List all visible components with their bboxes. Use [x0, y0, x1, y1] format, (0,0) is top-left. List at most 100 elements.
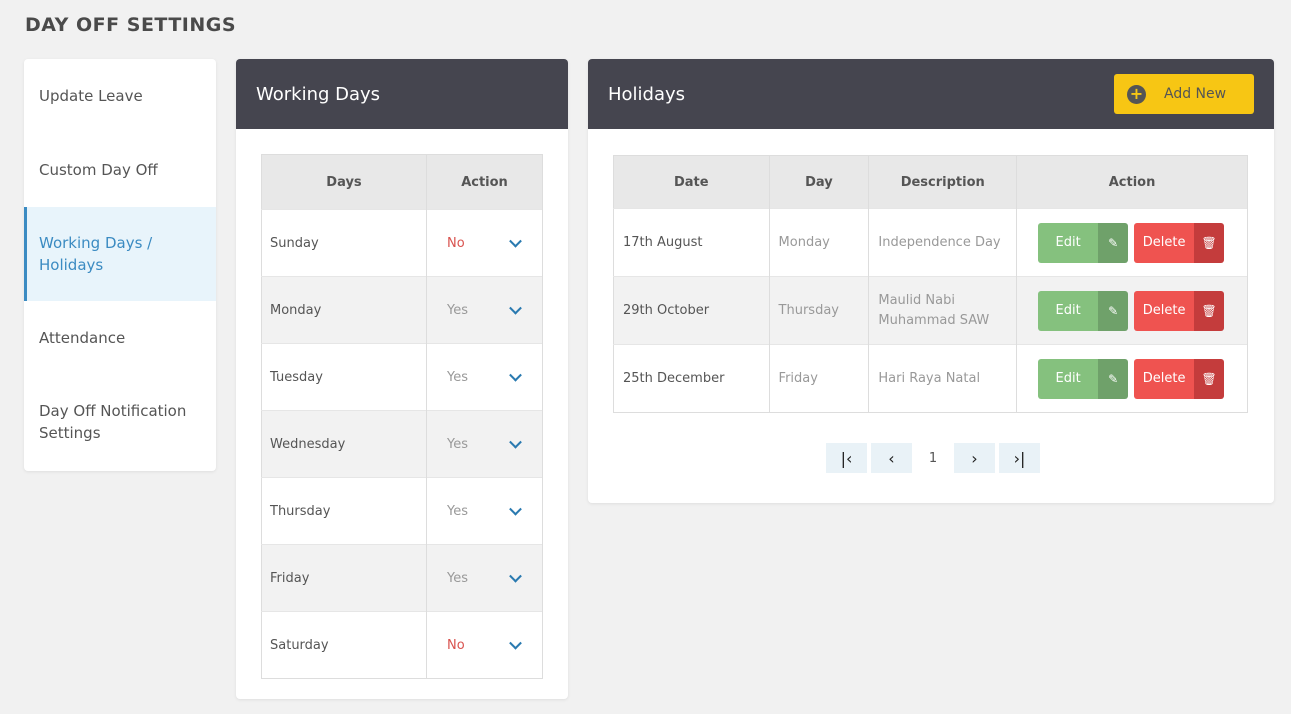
- table-row: Tuesday Yes: [261, 343, 543, 411]
- column-header-action: Action: [426, 154, 543, 210]
- plus-circle-icon: +: [1127, 84, 1146, 104]
- holiday-actions: Edit ✎ Delete 🗑: [1016, 208, 1248, 277]
- edit-label: Edit: [1038, 222, 1099, 263]
- panel-title: Holidays: [608, 83, 686, 105]
- trash-icon: 🗑: [1194, 222, 1225, 263]
- working-day-select[interactable]: No: [426, 209, 543, 277]
- edit-button[interactable]: Edit ✎: [1038, 290, 1129, 331]
- next-page-button[interactable]: ›: [954, 443, 995, 473]
- edit-label: Edit: [1038, 290, 1099, 331]
- panel-title: Working Days: [256, 83, 381, 105]
- holiday-date: 25th December: [613, 344, 770, 413]
- holiday-actions: Edit ✎ Delete 🗑: [1016, 276, 1248, 345]
- chevron-down-icon: [509, 435, 522, 449]
- delete-button[interactable]: Delete 🗑: [1134, 222, 1225, 263]
- edit-button[interactable]: Edit ✎: [1038, 222, 1129, 263]
- delete-label: Delete: [1134, 222, 1195, 263]
- working-day-select[interactable]: Yes: [426, 276, 543, 344]
- holiday-description: Independence Day: [868, 208, 1018, 277]
- sidebar-item-label: Day Off Notification Settings: [39, 402, 187, 442]
- column-header-day: Day: [769, 155, 870, 209]
- day-cell: Wednesday: [261, 410, 427, 478]
- day-cell: Thursday: [261, 477, 427, 545]
- delete-button[interactable]: Delete 🗑: [1134, 358, 1225, 399]
- sidebar-item-label: Update Leave: [39, 87, 143, 105]
- previous-page-button[interactable]: ‹: [871, 443, 912, 473]
- chevron-right-icon: ›: [971, 448, 978, 468]
- holiday-actions: Edit ✎ Delete 🗑: [1016, 344, 1248, 413]
- holiday-description: Hari Raya Natal: [868, 344, 1018, 413]
- working-day-select[interactable]: Yes: [426, 477, 543, 545]
- working-day-value: No: [447, 235, 465, 251]
- holiday-date: 17th August: [613, 208, 770, 277]
- working-day-select[interactable]: Yes: [426, 410, 543, 478]
- sidebar-item-custom-day-off[interactable]: Custom Day Off: [24, 133, 216, 207]
- column-header-date: Date: [613, 155, 770, 209]
- pencil-icon: ✎: [1098, 290, 1129, 331]
- holiday-description: Maulid Nabi Muhammad SAW: [868, 276, 1018, 345]
- sidebar-item-label: Custom Day Off: [39, 161, 158, 179]
- first-page-icon: |‹: [840, 448, 853, 468]
- current-page[interactable]: 1: [916, 451, 950, 466]
- sidebar-item-label: Working Days / Holidays: [39, 234, 153, 274]
- working-day-select[interactable]: No: [426, 611, 543, 679]
- column-header-description: Description: [868, 155, 1018, 209]
- working-day-value: Yes: [447, 503, 468, 519]
- trash-icon: 🗑: [1194, 290, 1225, 331]
- pagination: |‹ ‹ 1 › ›|: [826, 443, 1044, 473]
- add-new-label: Add New: [1164, 86, 1227, 102]
- chevron-left-icon: ‹: [888, 448, 895, 468]
- table-row: Friday Yes: [261, 544, 543, 612]
- column-header-action: Action: [1016, 155, 1248, 209]
- holiday-day: Friday: [769, 344, 870, 413]
- delete-button[interactable]: Delete 🗑: [1134, 290, 1225, 331]
- holiday-day: Monday: [769, 208, 870, 277]
- working-day-value: Yes: [447, 369, 468, 385]
- sidebar-item-day-off-notification-settings[interactable]: Day Off Notification Settings: [24, 375, 216, 469]
- chevron-down-icon: [509, 301, 522, 315]
- working-day-value: No: [447, 637, 465, 653]
- sidebar-item-working-days-holidays[interactable]: Working Days / Holidays: [24, 207, 216, 301]
- working-day-value: Yes: [447, 302, 468, 318]
- holidays-header: Holidays + Add New: [588, 59, 1274, 129]
- holidays-panel: Holidays + Add New Date Day Description …: [588, 59, 1274, 503]
- pencil-icon: ✎: [1098, 222, 1129, 263]
- sidebar-item-update-leave[interactable]: Update Leave: [24, 59, 216, 133]
- table-row: Monday Yes: [261, 276, 543, 344]
- day-cell: Tuesday: [261, 343, 427, 411]
- delete-label: Delete: [1134, 290, 1195, 331]
- trash-icon: 🗑: [1194, 358, 1225, 399]
- delete-label: Delete: [1134, 358, 1195, 399]
- day-cell: Friday: [261, 544, 427, 612]
- edit-label: Edit: [1038, 358, 1099, 399]
- pencil-icon: ✎: [1098, 358, 1129, 399]
- table-row: Wednesday Yes: [261, 410, 543, 478]
- table-row: 17th August Monday Independence Day Edit…: [613, 208, 1248, 277]
- holiday-date: 29th October: [613, 276, 770, 345]
- last-page-button[interactable]: ›|: [999, 443, 1040, 473]
- chevron-down-icon: [509, 234, 522, 248]
- table-row: Saturday No: [261, 611, 543, 679]
- edit-button[interactable]: Edit ✎: [1038, 358, 1129, 399]
- sidebar-item-attendance[interactable]: Attendance: [24, 301, 216, 375]
- working-days-panel: Working Days Days Action Sunday No Monda…: [236, 59, 568, 699]
- working-day-select[interactable]: Yes: [426, 343, 543, 411]
- last-page-icon: ›|: [1013, 448, 1026, 468]
- table-row: Sunday No: [261, 209, 543, 277]
- table-row: 29th October Thursday Maulid Nabi Muhamm…: [613, 276, 1248, 345]
- chevron-down-icon: [509, 569, 522, 583]
- day-cell: Monday: [261, 276, 427, 344]
- working-day-value: Yes: [447, 436, 468, 452]
- day-cell: Saturday: [261, 611, 427, 679]
- chevron-down-icon: [509, 502, 522, 516]
- first-page-button[interactable]: |‹: [826, 443, 867, 473]
- working-day-value: Yes: [447, 570, 468, 586]
- working-days-header: Working Days: [236, 59, 568, 129]
- table-row: Thursday Yes: [261, 477, 543, 545]
- settings-sidebar: Update Leave Custom Day Off Working Days…: [24, 59, 216, 471]
- add-new-button[interactable]: + Add New: [1114, 74, 1254, 114]
- holidays-table: Date Day Description Action 17th August …: [613, 155, 1248, 413]
- working-day-select[interactable]: Yes: [426, 544, 543, 612]
- day-cell: Sunday: [261, 209, 427, 277]
- sidebar-item-label: Attendance: [39, 329, 126, 347]
